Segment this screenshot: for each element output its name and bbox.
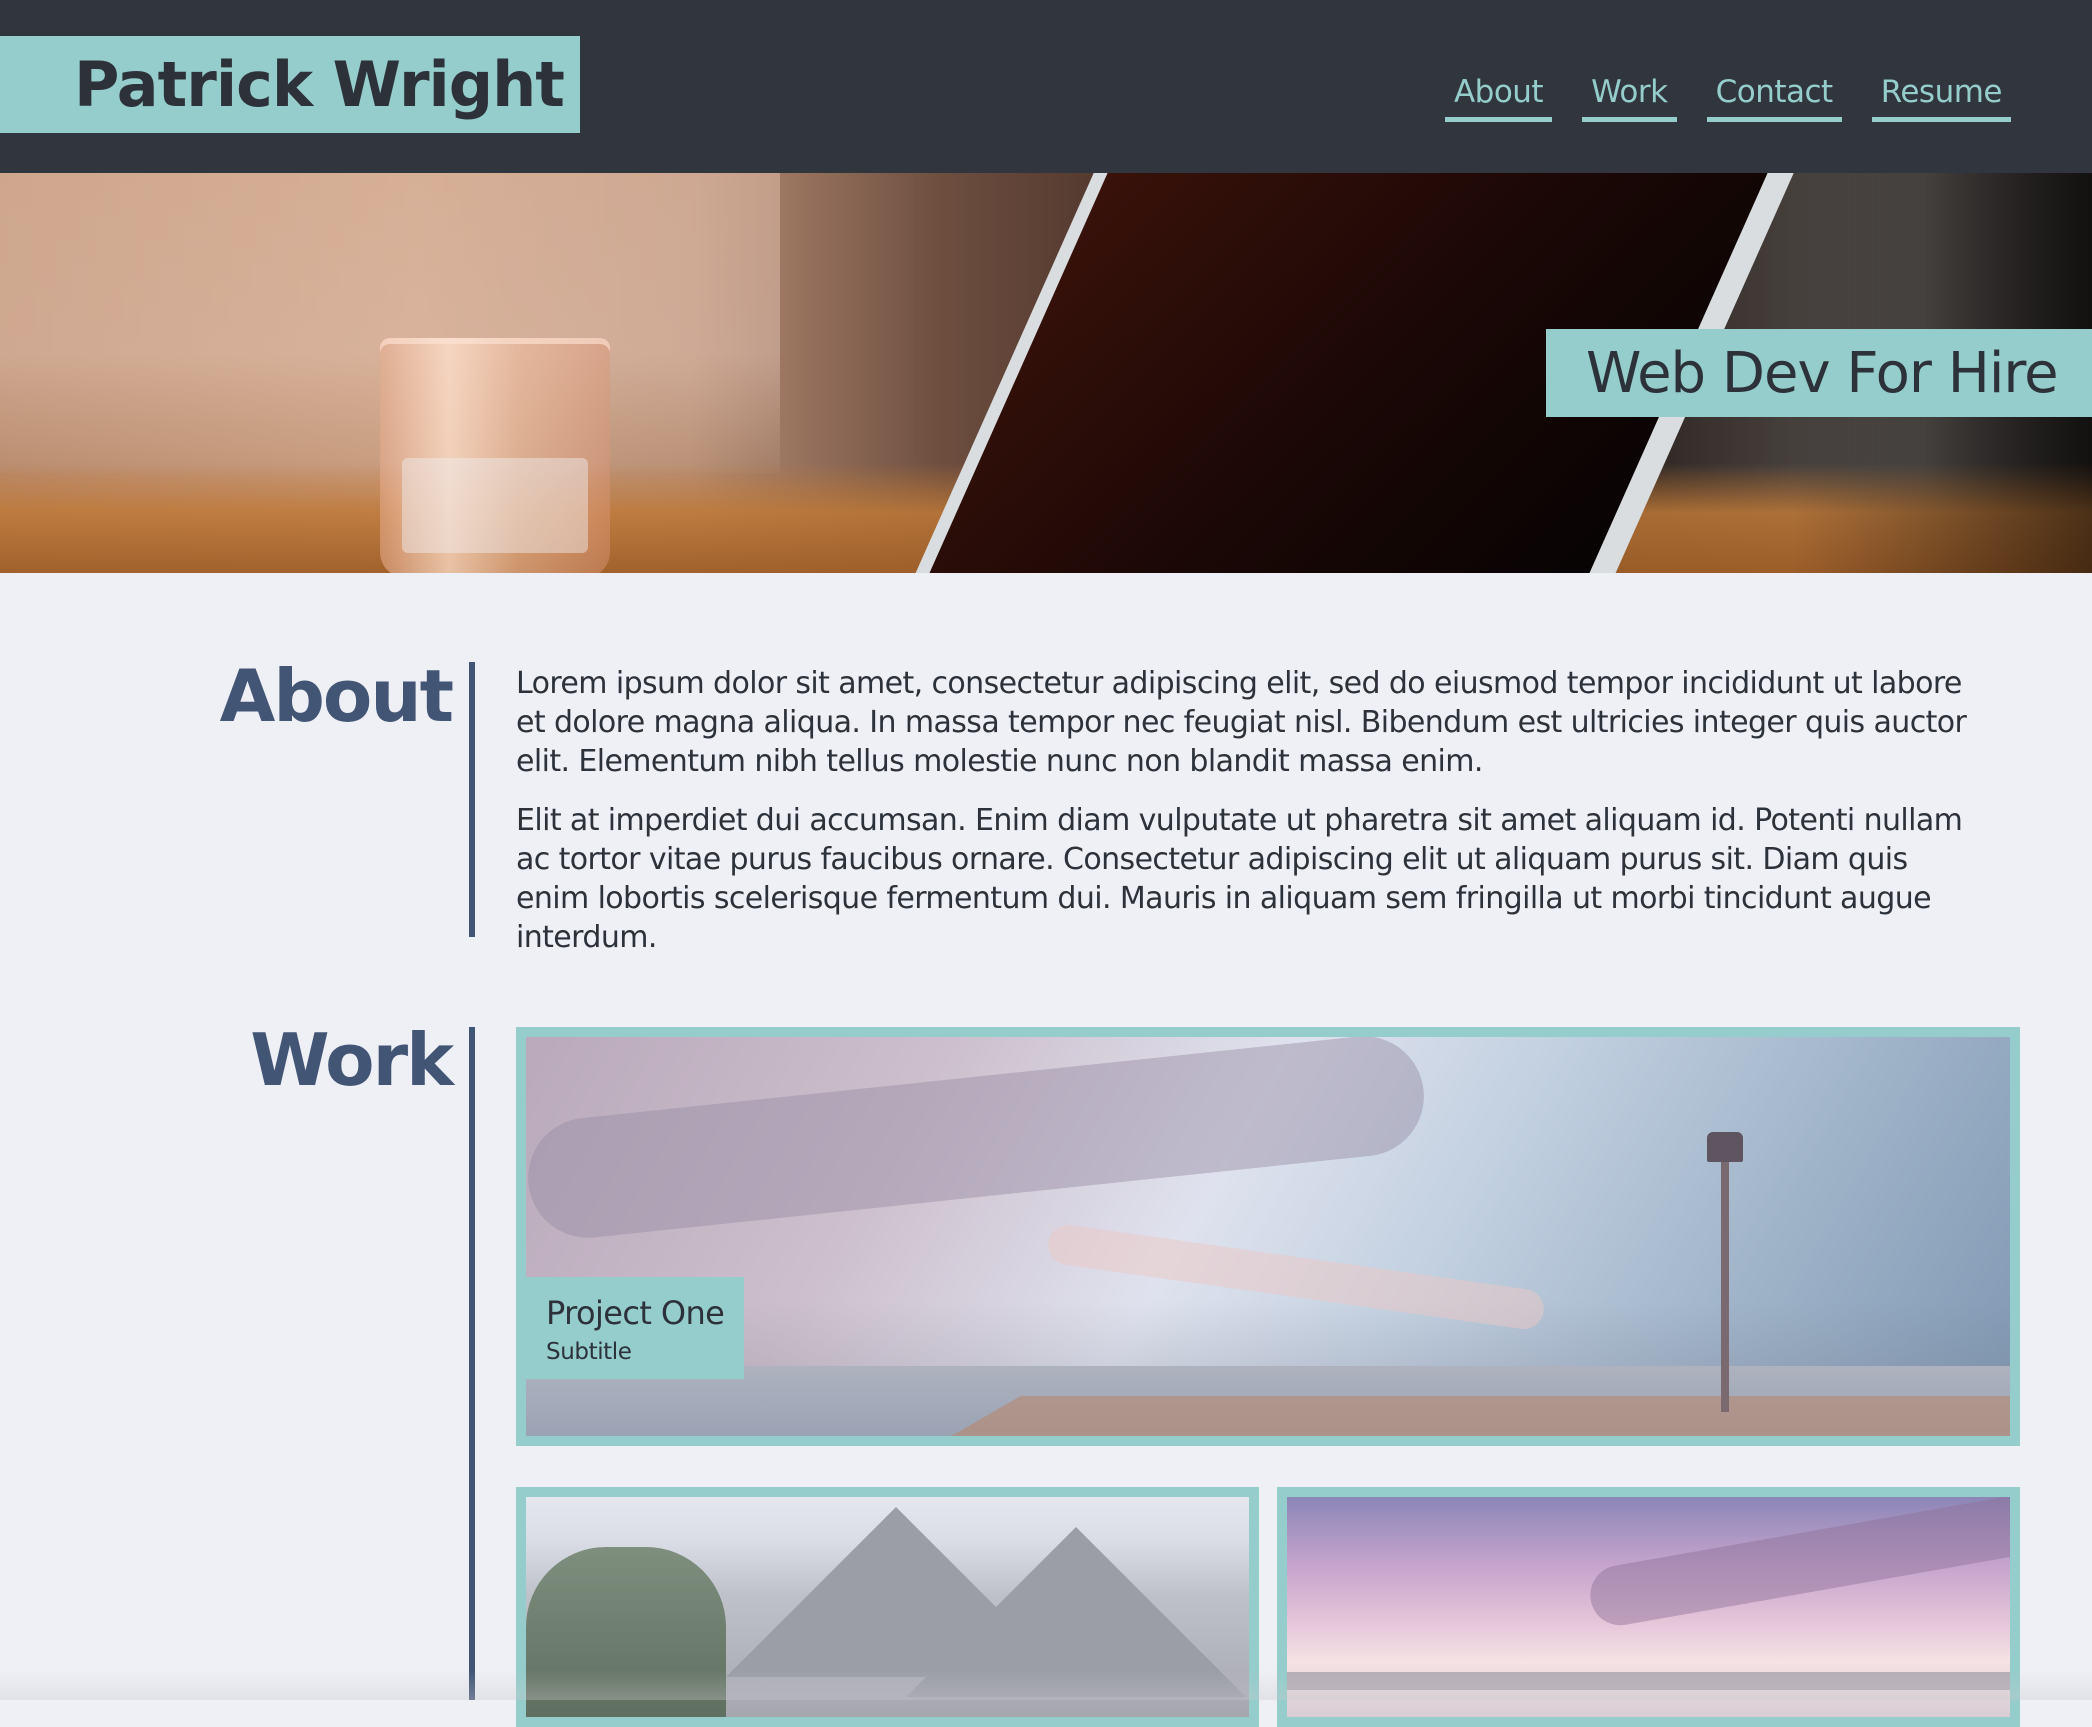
project-card[interactable]: Project One Subtitle <box>516 1027 2020 1446</box>
top-navbar: Patrick Wright About Work Contact Resume <box>0 0 2092 173</box>
work-divider <box>469 1027 475 1700</box>
nav-link-work[interactable]: Work <box>1582 74 1677 122</box>
brand-logo-box[interactable]: Patrick Wright <box>0 36 580 133</box>
hero-tagline: Web Dev For Hire <box>1586 340 2059 406</box>
project-title: Project One <box>546 1294 725 1332</box>
hero-tagline-box: Web Dev For Hire <box>1546 329 2092 417</box>
brand-name[interactable]: Patrick Wright <box>74 48 565 121</box>
about-paragraph: Elit at imperdiet dui accumsan. Enim dia… <box>516 803 1963 955</box>
work-heading: Work <box>250 1018 454 1102</box>
nav-link-about[interactable]: About <box>1444 74 1553 122</box>
main-nav: About Work Contact Resume <box>1444 74 2011 122</box>
project-subtitle: Subtitle <box>546 1339 632 1365</box>
project-label: Project One Subtitle <box>526 1277 745 1379</box>
about-paragraph: Lorem ipsum dolor sit amet, consectetur … <box>516 666 1967 779</box>
nav-link-resume[interactable]: Resume <box>1871 74 2011 122</box>
about-divider <box>469 662 475 937</box>
about-heading: About <box>219 654 454 738</box>
nav-link-contact[interactable]: Contact <box>1706 74 1842 122</box>
project-image <box>526 1037 2010 1436</box>
about-body: Lorem ipsum dolor sit amet, consectetur … <box>516 664 1976 977</box>
glass-photo-element <box>380 338 610 573</box>
